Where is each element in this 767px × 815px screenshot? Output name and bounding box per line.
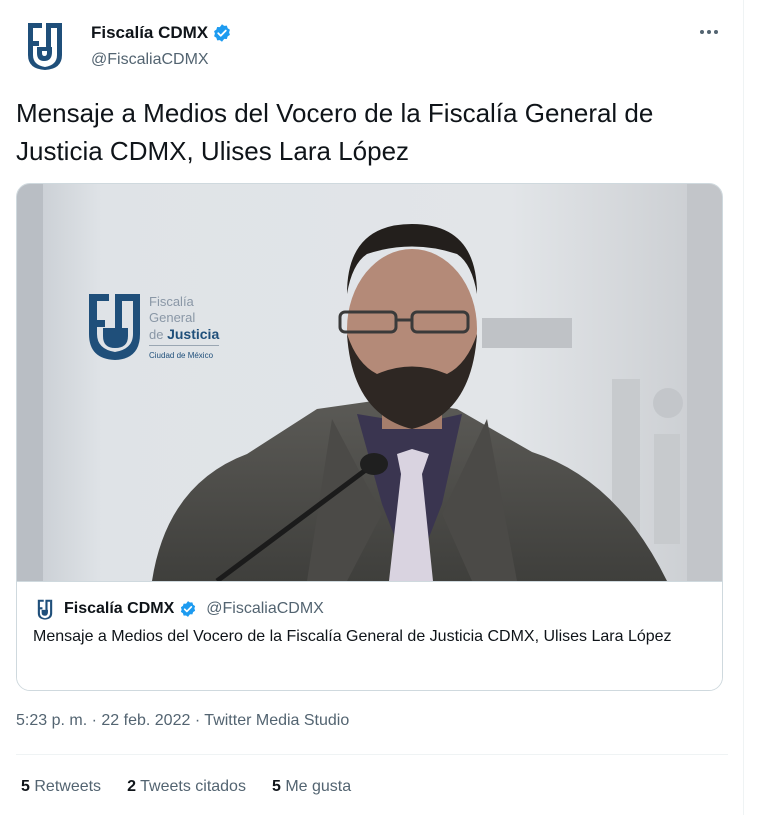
quoted-handle[interactable]: @FiscaliaCDMX	[206, 600, 324, 618]
retweets-stat[interactable]: 5 Retweets	[21, 778, 101, 796]
quoted-text: Mensaje a Medios del Vocero de la Fiscal…	[33, 628, 672, 645]
quoted-display-name[interactable]: Fiscalía CDMX	[64, 600, 174, 618]
author-handle[interactable]: @FiscaliaCDMX	[91, 51, 209, 69]
quotes-count: 2	[127, 778, 136, 795]
tweet-header: Fiscalía CDMX @FiscaliaCDMX	[16, 16, 728, 78]
video-frame	[17, 184, 722, 581]
quoted-tweet-body: Fiscalía CDMX @FiscaliaCDMX Mensaje a Me…	[17, 581, 722, 690]
meta-separator: ·	[194, 712, 201, 729]
column-divider	[743, 0, 744, 815]
tweet-time[interactable]: 5:23 p. m.	[16, 712, 87, 729]
stats-divider	[16, 754, 728, 755]
likes-stat[interactable]: 5 Me gusta	[272, 778, 351, 796]
likes-label: Me gusta	[285, 778, 352, 795]
quoted-tweet-card[interactable]: Fiscalía General de Justicia Ciudad de M…	[16, 183, 723, 691]
backdrop-brand-line4: Ciudad de México	[149, 345, 220, 364]
quote-tweets-stat[interactable]: 2 Tweets citados	[127, 778, 246, 796]
likes-count: 5	[271, 778, 281, 795]
backdrop-brand-line1: Fiscalía	[149, 294, 194, 309]
backdrop-brand-emphasis: Justicia	[167, 326, 220, 342]
backdrop-brand-line3-prefix: de	[149, 327, 164, 342]
retweets-label: Retweets	[34, 778, 102, 795]
tweet-source[interactable]: Twitter Media Studio	[204, 712, 349, 729]
video-thumbnail[interactable]: Fiscalía General de Justicia Ciudad de M…	[17, 184, 722, 581]
tweet-text: Mensaje a Medios del Vocero de la Fiscal…	[16, 98, 654, 166]
tweet-date[interactable]: 22 feb. 2022	[101, 712, 190, 729]
quoted-verified-badge-icon	[181, 601, 196, 617]
backdrop-brand-line2: General	[149, 310, 196, 325]
retweets-count: 5	[21, 778, 30, 795]
quotes-label: Tweets citados	[140, 778, 246, 795]
quoted-avatar-icon	[37, 599, 53, 620]
engagement-stats: 5 Retweets 2 Tweets citados 5 Me gusta	[21, 778, 351, 796]
author-display-name[interactable]: Fiscalía CDMX	[91, 23, 208, 43]
meta-separator: ·	[91, 712, 97, 729]
avatar[interactable]	[16, 16, 74, 74]
fgj-logo-icon	[28, 23, 62, 70]
more-options-icon	[700, 30, 718, 34]
verified-badge-icon	[214, 24, 231, 42]
more-options-button[interactable]	[694, 20, 724, 44]
backdrop-brand-text: Fiscalía General de Justicia Ciudad de M…	[149, 294, 220, 364]
tweet-metadata: 5:23 p. m. · 22 feb. 2022 · Twitter Medi…	[16, 712, 349, 730]
backdrop-brand-line3: de Justicia	[149, 326, 219, 343]
